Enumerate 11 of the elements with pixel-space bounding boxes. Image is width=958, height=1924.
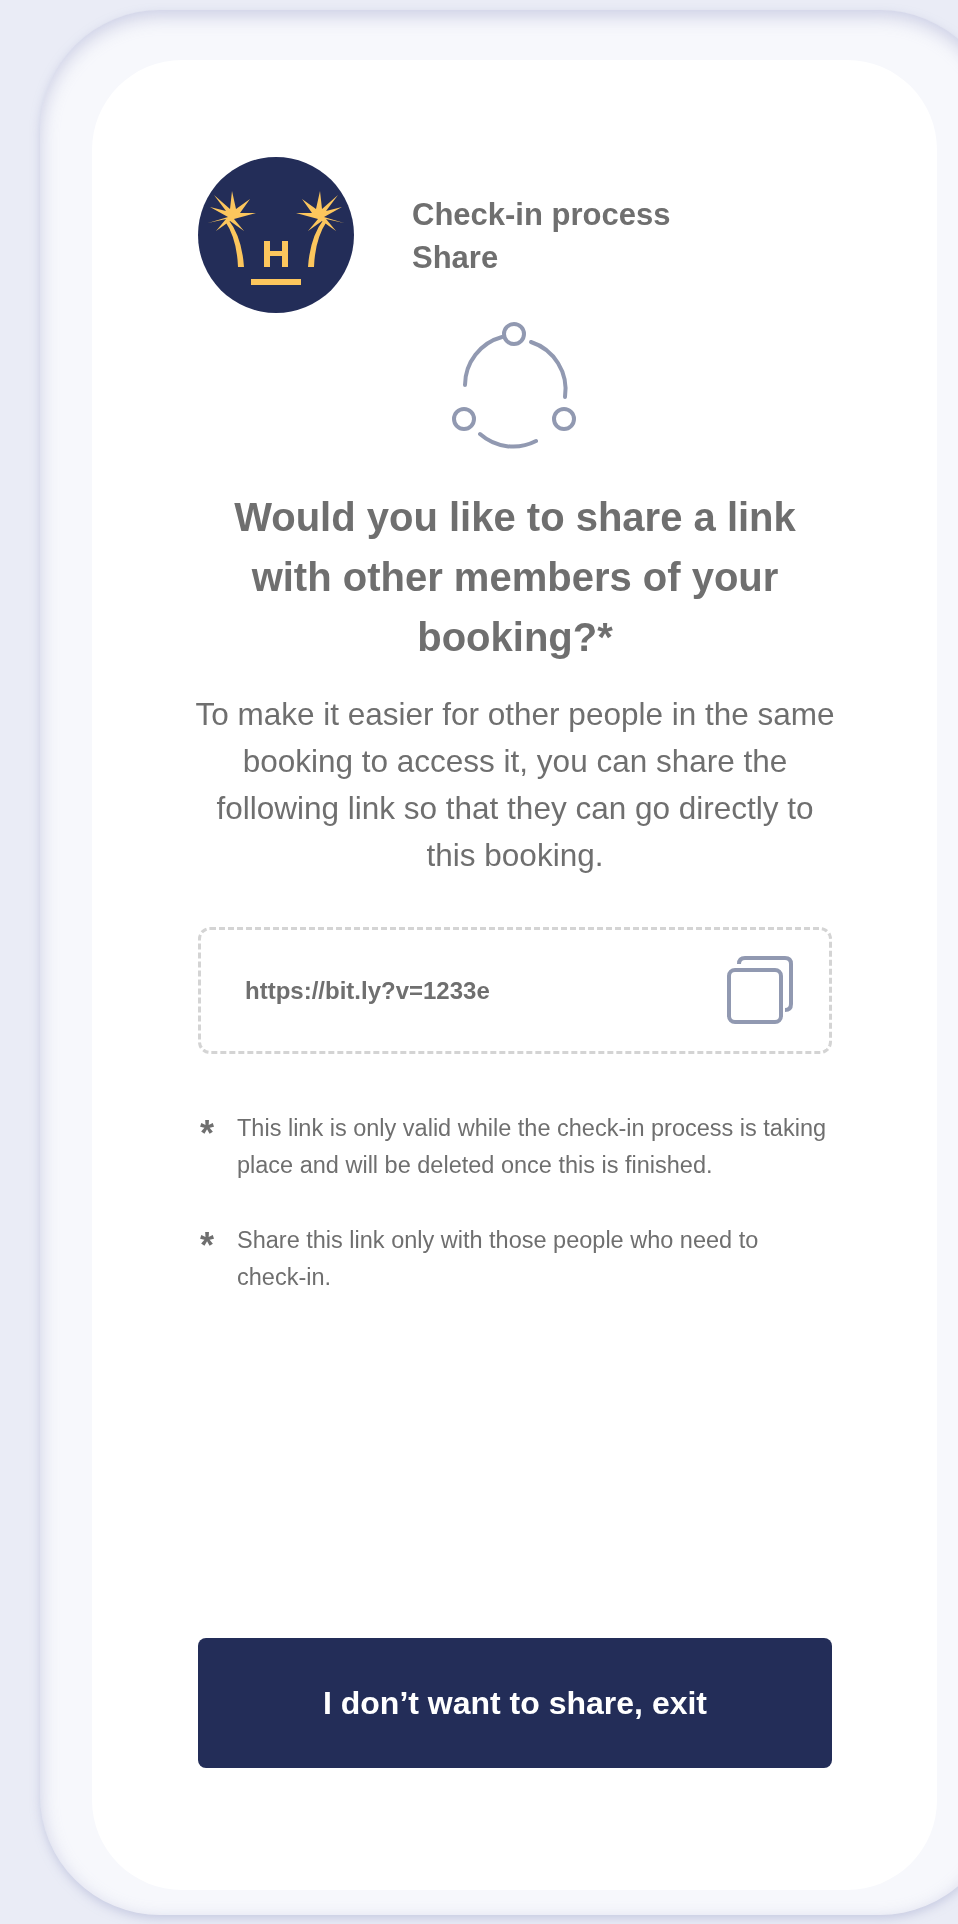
process-title: Check-in process [412, 196, 671, 234]
note-text: Share this link only with those people who need to check-in. [237, 1226, 760, 1292]
description-text: To make it easier for other people in the same booking to access it, you can share the following link so that they can go directly to this booking. [194, 695, 836, 875]
step-title: Share [412, 239, 500, 277]
share-link-field[interactable]: https://bit.ly?v=1233e [198, 927, 832, 1054]
note-marker: * [199, 1112, 215, 1156]
copy-icon[interactable] [725, 955, 795, 1026]
exit-button[interactable]: I don’t want to share, exit [198, 1638, 832, 1768]
note-marker: * [199, 1224, 215, 1268]
question-heading: Would you like to share a link with other members of your booking?* [233, 494, 797, 661]
note-text: This link is only valid while the check-in process is taking place and will be deleted once this is finished. [237, 1114, 828, 1180]
